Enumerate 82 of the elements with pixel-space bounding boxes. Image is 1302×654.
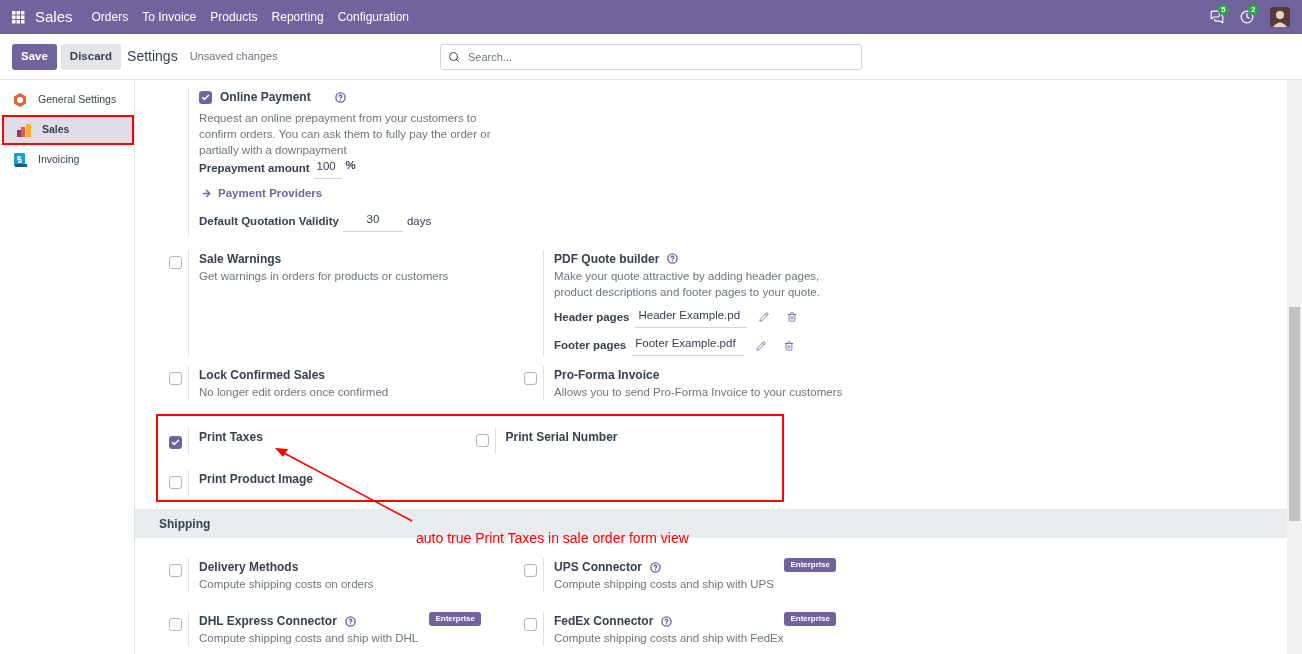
setting-label: Lock Confirmed Sales: [199, 367, 326, 385]
menu-item[interactable]: Orders: [84, 8, 136, 26]
apps-grid-icon[interactable]: [12, 10, 25, 24]
setting-label: Print Product Image: [199, 471, 314, 489]
field-label: Footer pages: [554, 338, 627, 353]
hexagon-icon: [12, 92, 28, 108]
menu-item[interactable]: Configuration: [330, 8, 417, 26]
setting-label: Delivery Methods: [199, 559, 299, 577]
annotation-text: auto true Print Taxes in sale order form view: [416, 529, 689, 548]
enterprise-badge: Enterprise: [429, 612, 481, 627]
setting-description: Make your quote attractive by adding header pages, product descriptions and footer pages to your quote.: [554, 268, 821, 300]
setting-label: DHL Express Connector: [199, 613, 337, 631]
count-badge: 2: [1248, 4, 1259, 15]
checkbox[interactable]: [169, 436, 182, 450]
prepayment-field[interactable]: 100: [313, 158, 342, 180]
checkbox[interactable]: [199, 90, 212, 104]
status-text: Unsaved changes: [189, 49, 278, 65]
checkbox[interactable]: [524, 372, 537, 386]
checkbox[interactable]: [524, 564, 537, 578]
unit-text: %: [345, 158, 356, 173]
setting-label: FedEx Connector: [554, 613, 654, 631]
page-title: Settings: [127, 47, 178, 66]
discard-button[interactable]: Discard: [60, 43, 122, 70]
search-icon: [448, 50, 460, 63]
setting-label: Print Taxes: [199, 429, 263, 447]
checkbox[interactable]: [169, 618, 182, 632]
setting-label: Sale Warnings: [199, 250, 282, 268]
bar-chart-icon: [16, 122, 32, 138]
save-button[interactable]: Save: [12, 43, 57, 70]
setting-description: Compute shipping costs and ship with FedEx: [554, 631, 785, 647]
arrow-icon: [201, 188, 212, 200]
setting-description: Get warnings in orders for products or customers: [199, 268, 450, 284]
setting-description: Compute shipping costs and ship with DHL: [199, 631, 420, 647]
field-label: Default Quotation Validity: [199, 213, 339, 229]
checkbox[interactable]: [475, 434, 489, 448]
avatar[interactable]: [1270, 7, 1290, 27]
setting-label: PDF Quote builder: [554, 250, 660, 268]
checkbox[interactable]: [169, 476, 182, 490]
sidebar-item[interactable]: General Settings: [0, 85, 134, 115]
help-icon[interactable]: [661, 615, 673, 627]
clock-icon[interactable]: [1240, 10, 1254, 24]
setting-description: Request an online prepayment from your customers to confirm orders. You can ask them to fully pay the order or partially with a downpayment: [199, 111, 492, 158]
field-label: Prepayment amount: [199, 161, 310, 176]
file-field[interactable]: Footer Example.pdf: [632, 335, 745, 357]
menu-item[interactable]: Reporting: [264, 8, 331, 26]
checkbox[interactable]: [169, 564, 182, 578]
validity-field[interactable]: 30: [342, 210, 403, 232]
trash-icon[interactable]: [787, 312, 798, 323]
checkbox[interactable]: [524, 618, 537, 632]
pencil-icon[interactable]: [759, 312, 770, 323]
menu-item[interactable]: To Invoice: [135, 8, 204, 26]
file-field[interactable]: Header Example.pd: [635, 306, 748, 328]
help-icon[interactable]: [344, 615, 356, 627]
setting-description: Allows you to send Pro-Forma Invoice to your customers: [554, 385, 844, 401]
setting-description: Compute shipping costs on orders: [199, 577, 375, 593]
checkbox[interactable]: [169, 372, 182, 386]
field-label: Header pages: [554, 309, 630, 325]
app-name[interactable]: Sales: [35, 5, 73, 29]
document-icon: [12, 152, 28, 168]
checkbox[interactable]: [169, 255, 182, 269]
enterprise-badge: Enterprise: [784, 558, 836, 573]
setting-label: Online Payment: [220, 89, 311, 106]
help-icon[interactable]: [334, 91, 346, 103]
setting-description: No longer edit orders once confirmed: [199, 385, 390, 401]
help-icon[interactable]: [667, 253, 679, 265]
sidebar-item[interactable]: Sales: [2, 115, 134, 145]
enterprise-badge: Enterprise: [784, 612, 836, 627]
chat-icon[interactable]: [1210, 10, 1224, 24]
trash-icon[interactable]: [784, 340, 795, 351]
unit-text: days: [406, 213, 432, 229]
sidebar-item[interactable]: Invoicing: [0, 145, 134, 175]
search-field[interactable]: Search...: [440, 43, 862, 70]
section-title: Shipping: [159, 515, 211, 533]
payment-providers-link[interactable]: Payment Providers: [201, 185, 323, 203]
setting-label: UPS Connector: [554, 559, 642, 577]
pencil-icon[interactable]: [756, 340, 767, 351]
setting-label: Pro-Forma Invoice: [554, 367, 660, 385]
setting-description: Compute shipping costs and ship with UPS: [554, 577, 775, 593]
setting-label: Print Serial Number: [505, 429, 618, 447]
help-icon[interactable]: [650, 561, 661, 573]
menu-item[interactable]: Products: [203, 8, 265, 26]
count-badge: 5: [1218, 4, 1229, 15]
